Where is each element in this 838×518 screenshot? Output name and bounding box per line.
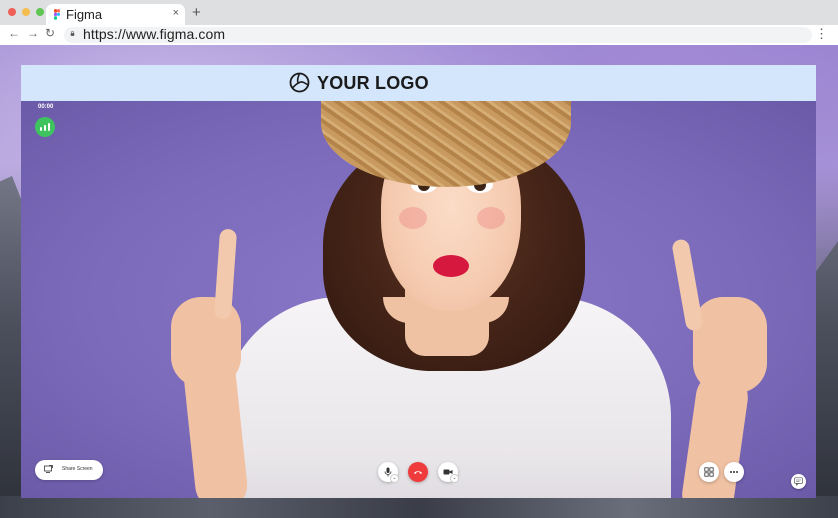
back-arrow-icon[interactable]: ← — [8, 26, 20, 40]
call-header: YOUR LOGO — [21, 65, 816, 101]
close-window-button[interactable] — [8, 8, 16, 16]
person-right-cheek — [477, 207, 505, 229]
minimize-window-button[interactable] — [22, 8, 30, 16]
camera-options-icon[interactable]: ⌄ — [450, 474, 459, 483]
microphone-options-icon[interactable]: ⌄ — [390, 474, 399, 483]
video-feed: 00:00 Share Screen ⌄ ⌄ — [21, 101, 816, 498]
logo-text: YOUR LOGO — [317, 73, 429, 93]
grid-view-button[interactable] — [699, 462, 719, 482]
share-screen-label: Share Screen — [62, 466, 93, 472]
logo-icon — [289, 72, 310, 93]
signal-strength-icon — [35, 117, 55, 137]
tab-title: Figma — [66, 7, 103, 22]
share-screen-button[interactable]: Share Screen — [35, 460, 103, 480]
lock-icon — [70, 31, 75, 36]
more-dots-icon — [730, 471, 738, 473]
end-call-button[interactable] — [408, 462, 428, 482]
chat-bubble-icon — [794, 477, 803, 486]
camera-button[interactable]: ⌄ — [438, 462, 459, 483]
chat-button[interactable] — [791, 474, 806, 489]
video-call-window: YOUR LOGO 00:00 Share Screen ⌄ ⌄ — [21, 65, 816, 498]
url-text: https://www.figma.com — [83, 26, 226, 42]
new-tab-button[interactable]: + — [192, 4, 201, 21]
forward-arrow-icon[interactable]: → — [27, 26, 39, 40]
browser-tab[interactable]: Figma × — [46, 4, 185, 25]
url-field[interactable]: https://www.figma.com — [64, 26, 812, 43]
address-bar: ← → ↻ https://www.figma.com ⋮ — [0, 25, 838, 46]
figma-icon — [54, 9, 60, 20]
person-left-cheek — [399, 207, 427, 229]
page-background: YOUR LOGO 00:00 Share Screen ⌄ ⌄ — [0, 45, 838, 518]
maximize-window-button[interactable] — [36, 8, 44, 16]
more-options-button[interactable] — [724, 462, 744, 482]
reload-icon[interactable]: ↻ — [45, 26, 55, 40]
tab-close-icon[interactable]: × — [173, 7, 179, 19]
person-left-finger — [213, 228, 238, 320]
call-timer: 00:00 — [38, 104, 54, 110]
window-controls — [8, 8, 44, 16]
grid-icon — [704, 467, 714, 477]
share-screen-icon — [44, 465, 53, 473]
microphone-button[interactable]: ⌄ — [378, 462, 399, 483]
browser-tab-bar: Figma × + — [0, 0, 838, 25]
hang-up-icon — [414, 471, 422, 474]
person-lips — [433, 255, 469, 277]
browser-menu-icon[interactable]: ⋮ — [815, 26, 828, 42]
person-right-finger — [671, 238, 704, 332]
mountain-bottom-strip — [0, 496, 838, 518]
person-right-hand — [693, 297, 767, 393]
